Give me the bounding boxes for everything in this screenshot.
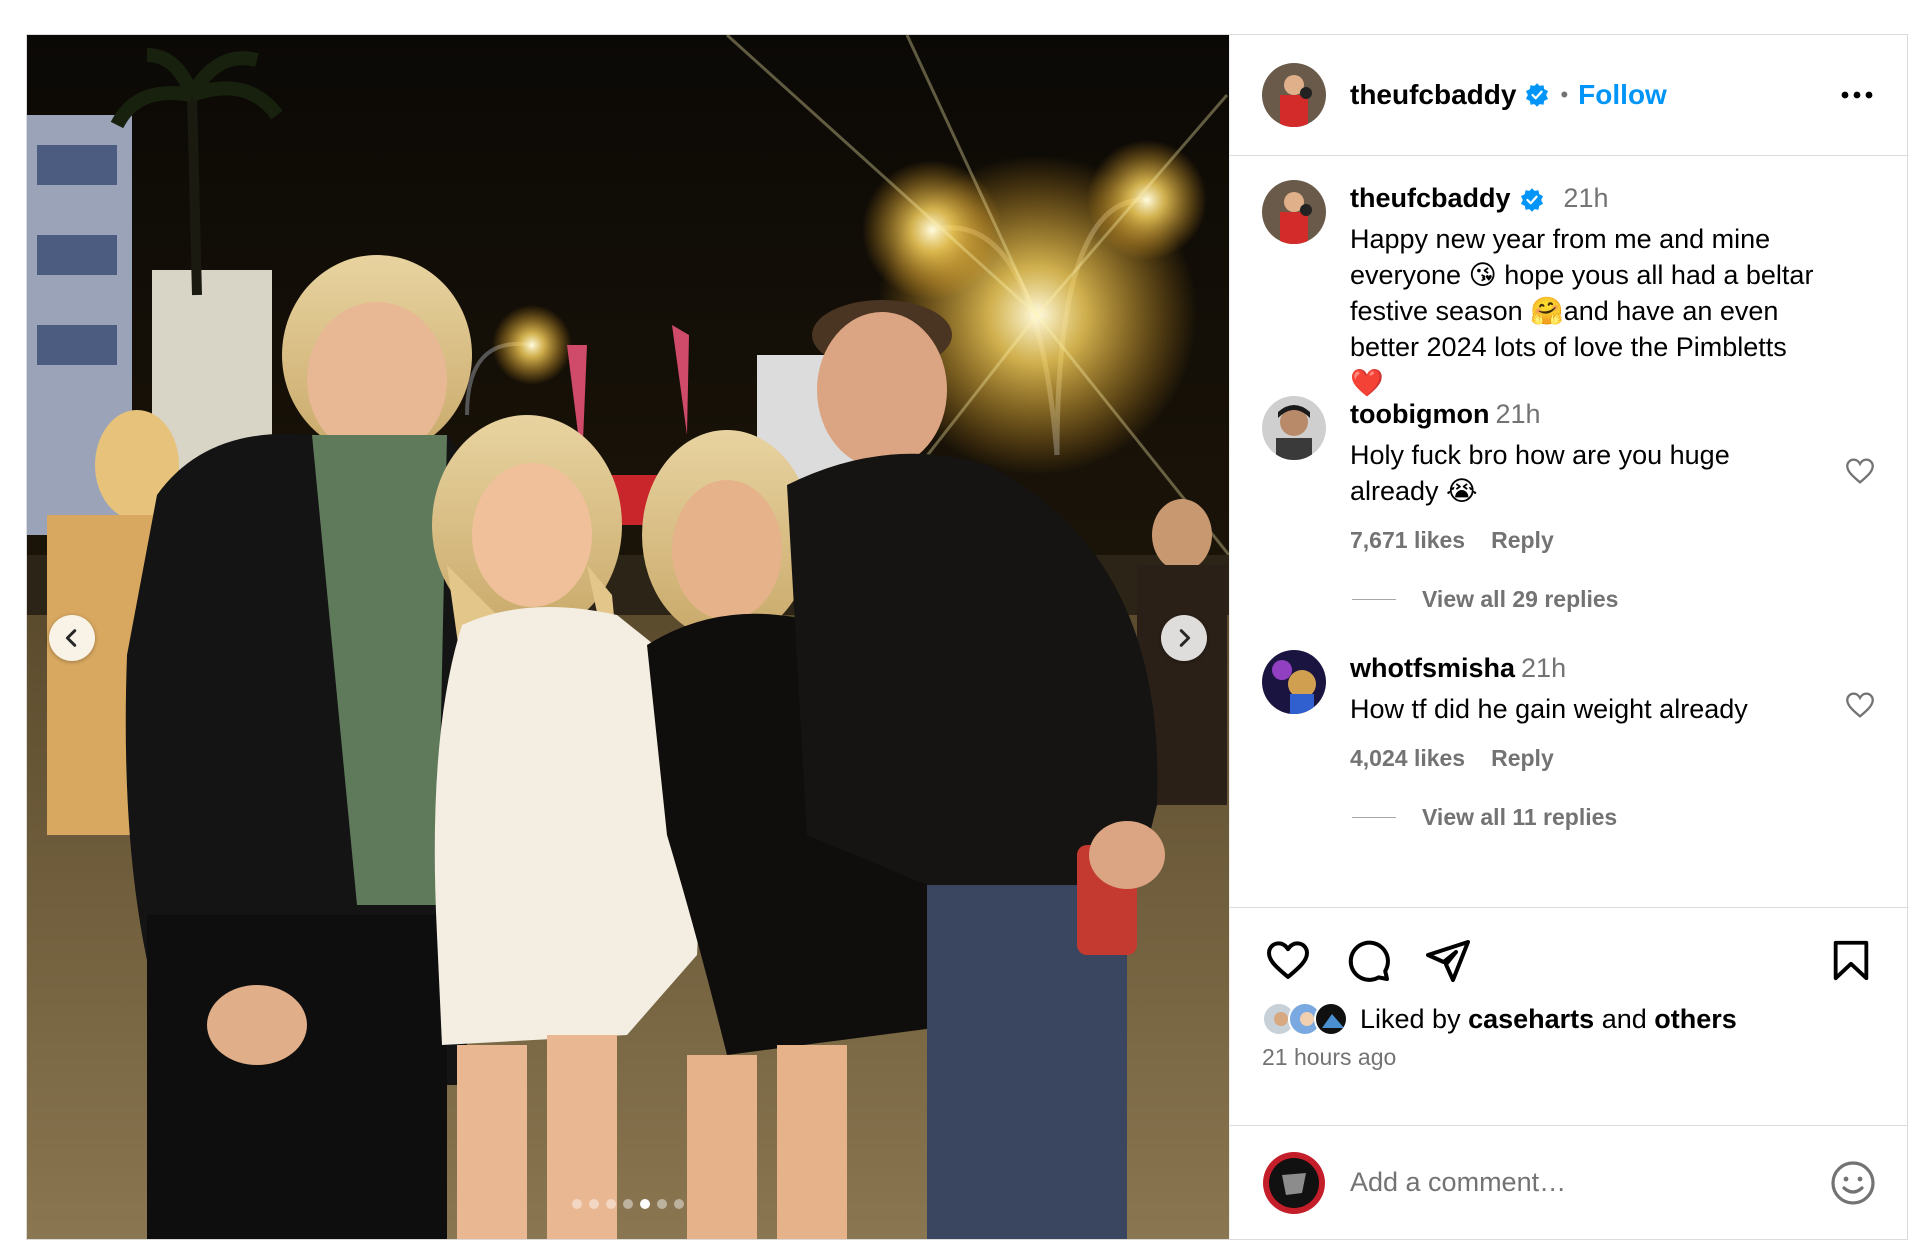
avatar-image	[1262, 180, 1326, 244]
liked-and: and	[1601, 1003, 1647, 1034]
replies-divider	[1352, 816, 1396, 818]
caption-username[interactable]: theufcbaddy	[1350, 183, 1511, 213]
share-button[interactable]	[1422, 934, 1474, 986]
more-options-icon	[1841, 91, 1873, 99]
verified-badge-icon	[1520, 188, 1544, 212]
view-replies-button[interactable]: View all 29 replies	[1352, 584, 1877, 614]
comment-time[interactable]: 21h	[1495, 399, 1540, 429]
post-card: theufcbaddy • Follow theufcbaddy 21h Hap…	[26, 34, 1908, 1240]
caption-body: theufcbaddy 21h Happy new year from me a…	[1350, 180, 1877, 398]
avatar-image	[1262, 396, 1326, 460]
caption-avatar[interactable]	[1262, 180, 1326, 244]
comment-body: whotfsmisha 21h How tf did he gain weight…	[1350, 650, 1877, 772]
carousel-dot	[606, 1199, 616, 1209]
comment-text: already 😭	[1350, 476, 1478, 506]
carousel-dot	[623, 1199, 633, 1209]
liked-avatars[interactable]	[1262, 1002, 1348, 1036]
comment-username[interactable]: toobigmon	[1350, 399, 1489, 429]
comment-time[interactable]: 21h	[1521, 653, 1566, 683]
caption-time[interactable]: 21h	[1563, 183, 1608, 213]
comment: whotfsmisha 21h How tf did he gain weight…	[1262, 650, 1877, 772]
heart-icon[interactable]	[1843, 454, 1877, 488]
comment-meta: 4,024 likes Reply	[1350, 745, 1877, 772]
author-avatar[interactable]	[1262, 63, 1326, 127]
liked-others[interactable]: others	[1654, 1004, 1737, 1035]
liked-avatar	[1314, 1002, 1348, 1036]
chevron-right-icon	[1179, 629, 1191, 647]
liked-prefix: Liked by	[1360, 1003, 1461, 1034]
carousel-dot	[657, 1199, 667, 1209]
view-replies-button[interactable]: View all 11 replies	[1352, 802, 1877, 832]
header-separator: •	[1560, 82, 1569, 107]
comment-icon	[1348, 940, 1390, 982]
caption-line: festive season 🤗and have an even	[1350, 296, 1779, 326]
reply-button[interactable]: Reply	[1491, 745, 1554, 771]
comment-button[interactable]	[1342, 934, 1394, 986]
more-options-button[interactable]	[1837, 75, 1877, 115]
comment-input[interactable]	[1350, 1167, 1829, 1198]
comment-meta: 7,671 likes Reply	[1350, 527, 1877, 554]
comment-text: How tf did he gain weight already	[1350, 694, 1748, 724]
commenter-avatar[interactable]	[1262, 396, 1326, 460]
liked-by: Liked by caseharts and others	[1262, 1002, 1877, 1036]
caption-line: Happy new year from me and mine	[1350, 224, 1771, 254]
avatar-image	[1262, 650, 1326, 714]
caption-line: everyone 😘 hope yous all had a beltar	[1350, 260, 1814, 290]
view-replies-label: View all 29 replies	[1422, 585, 1619, 612]
avatar-image	[1262, 63, 1326, 127]
current-user-avatar	[1262, 1151, 1326, 1215]
verified-badge-icon	[1526, 83, 1549, 107]
like-button[interactable]	[1262, 934, 1314, 986]
replies-divider	[1352, 598, 1396, 600]
emoji-icon[interactable]	[1829, 1159, 1877, 1207]
add-comment-bar	[1230, 1125, 1907, 1239]
comment-username[interactable]: whotfsmisha	[1350, 653, 1515, 683]
carousel-dot	[640, 1199, 650, 1209]
reply-button[interactable]: Reply	[1491, 527, 1554, 553]
action-icons	[1262, 932, 1877, 988]
post-photo[interactable]	[27, 35, 1229, 1239]
follow-button[interactable]: Follow	[1578, 79, 1667, 111]
bookmark-icon	[1833, 940, 1869, 981]
liked-user[interactable]: caseharts	[1468, 1004, 1594, 1035]
carousel-dot	[674, 1199, 684, 1209]
comment-text: Holy fuck bro how are you huge	[1350, 440, 1730, 470]
comments-section: theufcbaddy 21h Happy new year from me a…	[1230, 156, 1907, 907]
carousel-dots	[27, 1199, 1229, 1209]
carousel-dot	[572, 1199, 582, 1209]
comment-body: toobigmon 21h Holy fuck bro how are you h…	[1350, 396, 1877, 554]
heart-icon[interactable]	[1843, 688, 1877, 722]
post-header: theufcbaddy • Follow	[1230, 35, 1907, 156]
caption: theufcbaddy 21h Happy new year from me a…	[1262, 180, 1877, 398]
caption-line: better 2024 lots of love the Pimbletts	[1350, 332, 1787, 362]
author-username[interactable]: theufcbaddy	[1350, 79, 1516, 111]
photo-scene	[27, 35, 1229, 1239]
heart-icon	[1267, 941, 1309, 979]
share-icon	[1426, 940, 1470, 982]
post-timestamp[interactable]: 21 hours ago	[1262, 1044, 1877, 1071]
comment-likes[interactable]: 4,024 likes	[1350, 745, 1465, 771]
chevron-left-icon	[65, 629, 77, 647]
commenter-avatar[interactable]	[1262, 650, 1326, 714]
carousel-dot	[589, 1199, 599, 1209]
next-photo-button[interactable]	[1161, 615, 1207, 661]
post-actions: Liked by caseharts and others 21 hours a…	[1230, 907, 1907, 1125]
previous-photo-button[interactable]	[49, 615, 95, 661]
post-sidebar: theufcbaddy • Follow theufcbaddy 21h Hap…	[1229, 35, 1907, 1239]
save-button[interactable]	[1825, 934, 1877, 986]
comment-likes[interactable]: 7,671 likes	[1350, 527, 1465, 553]
view-replies-label: View all 11 replies	[1422, 803, 1618, 830]
comment: toobigmon 21h Holy fuck bro how are you h…	[1262, 396, 1877, 554]
